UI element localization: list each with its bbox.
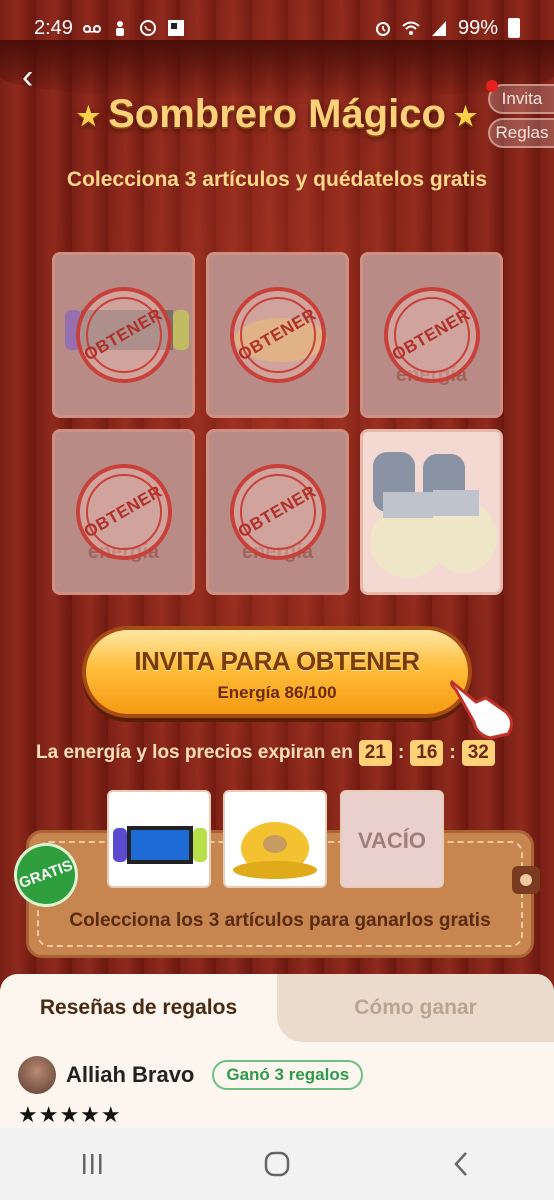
timer-minutes: 16 bbox=[410, 740, 444, 766]
baby-socks-image bbox=[363, 432, 500, 592]
prize-card[interactable]: energía OBTENER bbox=[360, 252, 503, 418]
reviewer-name: Alliah Bravo bbox=[66, 1062, 195, 1087]
prize-grid: OBTENER OBTENER energía OBTENER energía … bbox=[52, 252, 504, 595]
app-tile-icon bbox=[167, 20, 184, 36]
avatar bbox=[18, 1056, 56, 1094]
game-console-image bbox=[113, 826, 207, 864]
back-arrow-icon[interactable]: ‹ bbox=[22, 60, 48, 94]
review-item: Alliah Bravo Ganó 3 regalos bbox=[18, 1056, 364, 1094]
prize-card[interactable]: energía OBTENER bbox=[52, 429, 195, 595]
tab-how-to-win[interactable]: Cómo ganar bbox=[277, 974, 554, 1042]
obtain-stamp: OBTENER bbox=[75, 464, 172, 560]
pointing-hand-icon bbox=[450, 679, 513, 740]
cta-label: INVITA PARA OBTENER bbox=[134, 646, 420, 676]
status-bar: 2:49 99% bbox=[0, 0, 554, 56]
expiry-timer: La energía y los precios expiran en 21 :… bbox=[36, 740, 495, 766]
wallet-clasp bbox=[512, 866, 540, 894]
timer-hours: 21 bbox=[358, 740, 392, 766]
page-title: ★ Sombrero Mágico ★ bbox=[0, 92, 554, 137]
collected-slot-console bbox=[107, 790, 211, 888]
rating-stars: ★★★★★ bbox=[18, 1102, 122, 1127]
whatsapp-icon bbox=[139, 20, 156, 36]
tab-gift-reviews[interactable]: Reseñas de regalos bbox=[0, 974, 277, 1042]
rules-button[interactable]: Reglas bbox=[488, 118, 554, 148]
battery-icon bbox=[508, 18, 520, 38]
prize-card[interactable]: OBTENER bbox=[206, 252, 349, 418]
teddy-cap-image bbox=[233, 822, 317, 879]
empty-slot: VACÍO bbox=[340, 790, 444, 888]
star-icon: ★ bbox=[453, 100, 478, 131]
timer-seconds: 32 bbox=[461, 740, 495, 766]
clock: 2:49 bbox=[34, 16, 73, 39]
prize-card[interactable]: OBTENER bbox=[52, 252, 195, 418]
subtitle: Colecciona 3 artículos y quédatelos grat… bbox=[66, 168, 488, 191]
star-icon: ★ bbox=[76, 100, 101, 131]
obtain-stamp: OBTENER bbox=[229, 287, 326, 383]
prize-card[interactable]: energía OBTENER bbox=[206, 429, 349, 595]
won-gifts-badge: Ganó 3 regalos bbox=[212, 1060, 364, 1090]
title-text: Sombrero Mágico bbox=[108, 92, 446, 136]
bottom-panel: Reseñas de regalos Cómo ganar Alliah Bra… bbox=[0, 974, 554, 1128]
obtain-stamp: OBTENER bbox=[229, 464, 326, 560]
home-icon[interactable] bbox=[263, 1150, 291, 1178]
back-icon[interactable] bbox=[448, 1150, 476, 1178]
prize-card-socks[interactable] bbox=[360, 429, 503, 595]
notification-dot bbox=[486, 80, 498, 92]
recent-apps-icon[interactable] bbox=[78, 1150, 106, 1178]
energy-progress: Energía 86/100 bbox=[217, 683, 337, 702]
voicemail-icon bbox=[82, 25, 101, 33]
wifi-icon bbox=[402, 21, 420, 35]
obtain-stamp: OBTENER bbox=[383, 287, 480, 383]
collected-slot-cap bbox=[223, 790, 327, 888]
obtain-stamp: OBTENER bbox=[75, 287, 172, 383]
alarm-icon bbox=[375, 22, 390, 36]
invite-to-obtain-button[interactable]: INVITA PARA OBTENER Energía 86/100 bbox=[82, 626, 472, 718]
app-notification-icon bbox=[115, 21, 124, 36]
tab-bar: Reseñas de regalos Cómo ganar bbox=[0, 974, 554, 1042]
signal-icon bbox=[431, 21, 446, 36]
invite-button[interactable]: Invita bbox=[488, 84, 554, 114]
system-nav-bar bbox=[0, 1128, 554, 1200]
battery-percent: 99% bbox=[457, 16, 498, 39]
expiry-text: La energía y los precios expiran en bbox=[36, 742, 353, 763]
wallet-caption: Colecciona los 3 artículos para ganarlos… bbox=[69, 910, 491, 931]
